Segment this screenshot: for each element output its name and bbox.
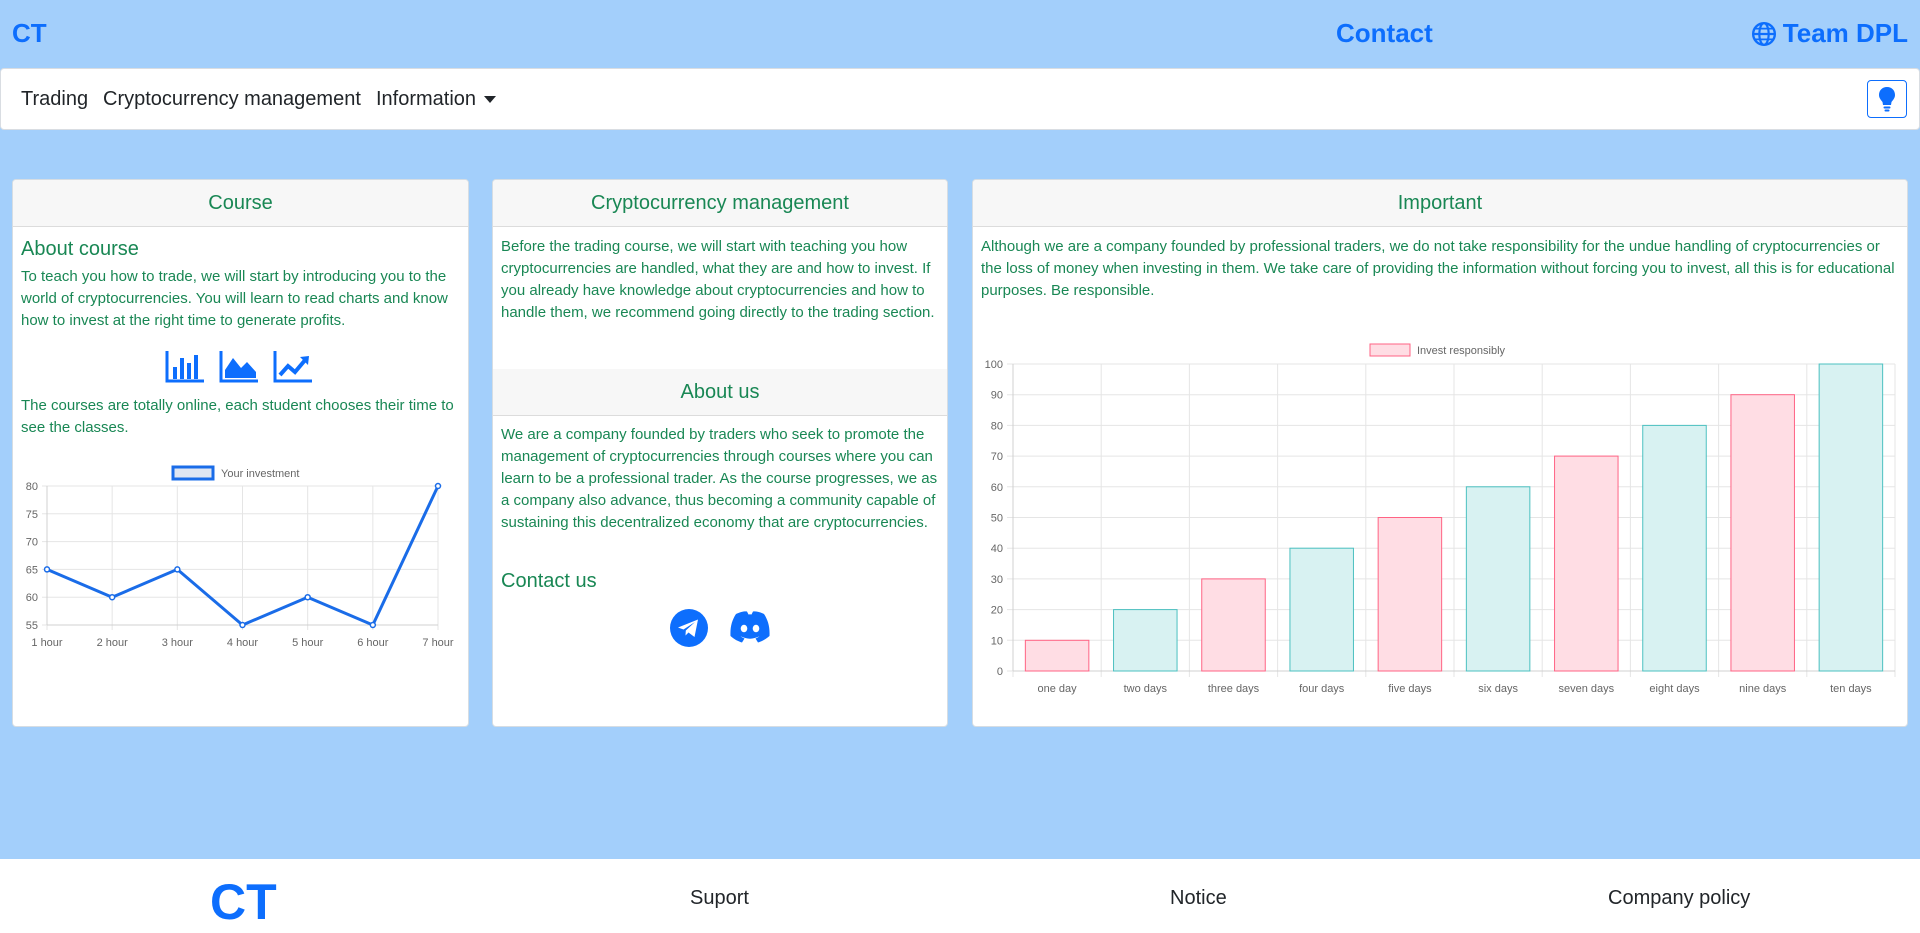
x-tick-label: two days	[1124, 683, 1168, 695]
nav-item-cryptocurrency-management[interactable]: Cryptocurrency management	[103, 88, 361, 111]
investment-line-chart: Your investment 55 60 65 70 75 80 1 hour 2 hour 3…	[26, 465, 454, 649]
y-tick-label: 60	[26, 592, 38, 604]
management-text: Before the trading course, we will start…	[501, 238, 935, 321]
y-tick-label: 30	[991, 574, 1003, 586]
x-tick-label: 5 hour	[292, 637, 324, 649]
y-tick-label: 75	[26, 509, 38, 521]
team-label: Team DPL	[1782, 18, 1908, 48]
navbar: Trading Cryptocurrency management Inform…	[0, 68, 1920, 130]
y-tick-label: 55	[26, 620, 38, 632]
contact-link[interactable]: Contact	[1336, 18, 1433, 49]
y-tick-label: 80	[991, 420, 1003, 432]
data-point	[43, 566, 51, 573]
footer-link-company-policy[interactable]: Company policy	[1608, 887, 1750, 910]
bar	[1465, 486, 1531, 672]
footer-link-support[interactable]: Suport	[690, 887, 749, 910]
discord-icon[interactable]	[727, 608, 773, 653]
x-tick-label: three days	[1208, 683, 1260, 695]
bar	[1024, 639, 1090, 672]
x-tick-label: 2 hour	[97, 637, 129, 649]
x-tick-label: one day	[1038, 683, 1078, 695]
responsibility-bar-chart: Invest responsibly 0 10 20 30 40 50 60 70 80 90 100…	[985, 343, 1896, 695]
bar	[1113, 609, 1178, 672]
x-tick-label: seven days	[1558, 683, 1614, 695]
management-card-header: Cryptocurrency management	[493, 180, 947, 227]
globe-icon	[1751, 21, 1776, 46]
line-chart-icon	[273, 350, 313, 384]
bar	[1289, 547, 1354, 672]
y-tick-label: 70	[26, 537, 38, 549]
x-tick-label: 4 hour	[227, 637, 259, 649]
y-tick-label: 90	[991, 390, 1003, 402]
x-tick-label: 7 hour	[422, 637, 454, 649]
important-text: Although we are a company founded by pro…	[981, 238, 1895, 299]
footer-link-notice[interactable]: Notice	[1170, 887, 1227, 910]
telegram-icon[interactable]	[669, 608, 709, 653]
legend-label: Your investment	[221, 468, 299, 480]
legend-label: Invest responsibly	[1417, 345, 1506, 357]
x-tick-label: 1 hour	[31, 637, 63, 649]
brand-logo[interactable]: CT	[12, 18, 47, 49]
x-tick-label: 3 hour	[162, 637, 194, 649]
bar	[1554, 455, 1619, 672]
area-chart-icon	[219, 350, 259, 384]
y-tick-label: 60	[991, 482, 1003, 494]
y-tick-label: 100	[985, 359, 1003, 371]
about-course-title: About course	[21, 238, 139, 260]
y-tick-label: 80	[26, 481, 38, 493]
y-tick-label: 0	[997, 666, 1003, 678]
data-point	[369, 621, 377, 629]
data-point	[174, 566, 181, 573]
y-tick-label: 50	[991, 513, 1003, 525]
x-tick-label: ten days	[1830, 683, 1872, 695]
y-tick-label: 40	[991, 543, 1003, 555]
about-course-text: To teach you how to trade, we will start…	[21, 268, 448, 329]
y-tick-label: 70	[991, 451, 1003, 463]
footer-logo[interactable]: CT	[210, 873, 277, 931]
bar	[1818, 363, 1884, 672]
data-point	[304, 593, 311, 601]
x-tick-label: four days	[1299, 683, 1345, 695]
x-tick-label: eight days	[1649, 683, 1700, 695]
nav-item-information-label: Information	[376, 88, 477, 110]
x-tick-label: nine days	[1739, 683, 1787, 695]
important-card-header: Important	[973, 180, 1907, 227]
bar	[1201, 578, 1266, 672]
team-link[interactable]: Team DPL	[1751, 18, 1908, 49]
bar-chart-icon	[165, 350, 205, 384]
y-tick-label: 20	[991, 605, 1003, 617]
management-card: Cryptocurrency management Before the tra…	[492, 179, 948, 727]
course-card: Course About course To teach you how to …	[12, 179, 469, 727]
bar	[1377, 517, 1443, 672]
data-point	[239, 621, 246, 629]
x-tick-label: six days	[1478, 683, 1518, 695]
footer: CT Suport Notice Company policy	[0, 859, 1920, 933]
about-us-header: About us	[493, 369, 947, 416]
bar	[1642, 424, 1707, 672]
course-card-header: Course	[13, 180, 468, 227]
chevron-down-icon	[484, 96, 497, 104]
about-us-text: We are a company founded by traders who …	[501, 426, 938, 531]
y-tick-label: 10	[991, 635, 1003, 647]
important-card: Important Although we are a company foun…	[972, 179, 1908, 727]
nav-item-information[interactable]: Information	[376, 88, 497, 111]
y-tick-label: 65	[26, 564, 38, 576]
top-bar: CT Contact Team DPL	[0, 0, 1920, 68]
social-links	[669, 608, 773, 653]
contact-us-title: Contact us	[501, 570, 597, 592]
x-tick-label: 6 hour	[357, 637, 389, 649]
nav-item-trading[interactable]: Trading	[21, 88, 88, 111]
data-point	[108, 593, 116, 601]
data-point	[434, 482, 442, 490]
course-info-text: The courses are totally online, each stu…	[21, 397, 454, 436]
legend-swatch	[1369, 343, 1411, 357]
chart-icons	[165, 350, 313, 384]
legend-swatch	[171, 465, 215, 481]
theme-toggle-button[interactable]	[1867, 80, 1907, 118]
x-tick-label: five days	[1388, 683, 1432, 695]
bar	[1730, 394, 1795, 672]
lightbulb-icon	[1879, 87, 1895, 112]
